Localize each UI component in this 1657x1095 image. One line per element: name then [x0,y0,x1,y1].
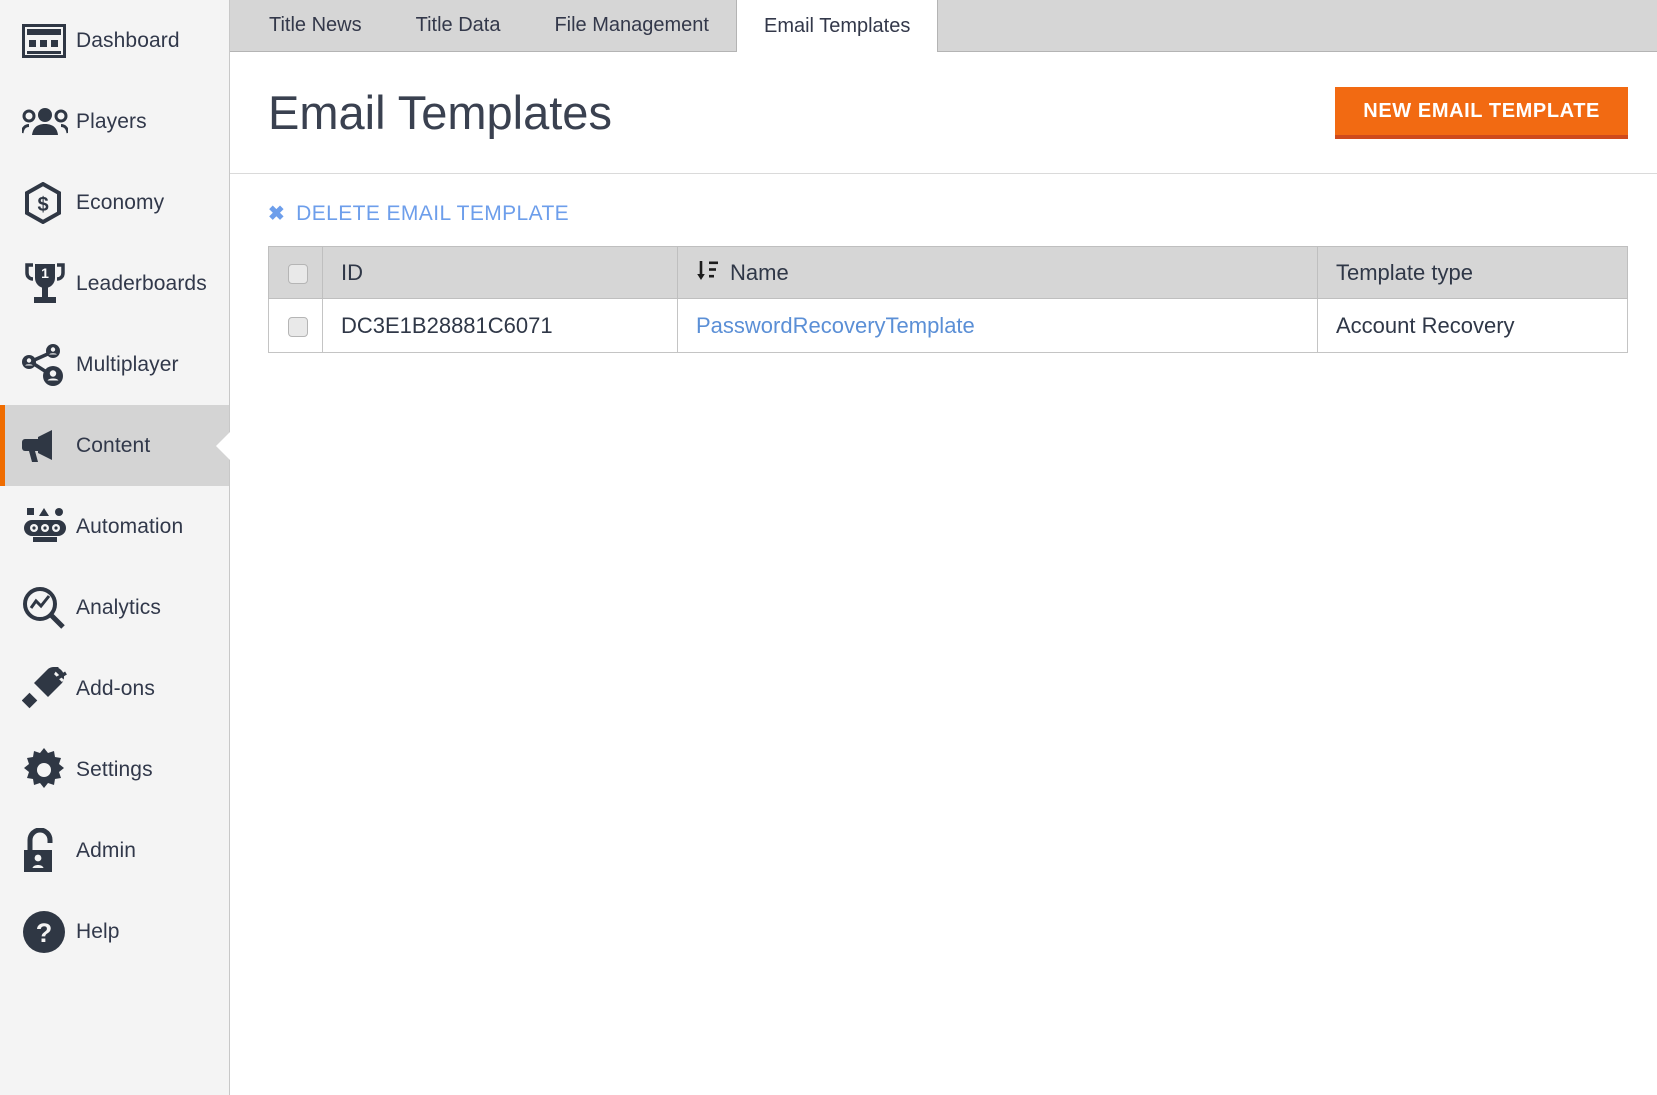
multiplayer-icon [22,343,76,386]
svg-text:$: $ [37,194,48,216]
svg-text:?: ? [36,918,53,948]
sidebar-item-automation[interactable]: Automation [0,486,229,567]
svg-text:1: 1 [41,265,49,281]
sidebar-item-label: Content [76,433,151,457]
column-header-name[interactable]: Name [677,246,1318,299]
tab-label: Title Data [415,13,501,36]
sidebar-item-label: Automation [76,514,184,538]
select-all-checkbox[interactable] [288,263,308,284]
app-root: Dashboard Players $ Economy 1 Leaderboar… [0,0,1657,1095]
table-header-row: ID Name Template type [268,246,1628,299]
row-name-cell: PasswordRecoveryTemplate [677,298,1318,353]
sidebar-item-label: Add-ons [76,676,155,700]
sidebar-item-label: Analytics [76,595,161,619]
page-header: Email Templates NEW EMAIL TEMPLATE [230,52,1657,174]
settings-icon [22,747,76,792]
table-body: DC3E1B28881C6071 PasswordRecoveryTemplat… [268,298,1628,353]
sidebar-item-label: Multiplayer [76,352,179,376]
addons-icon [22,666,76,711]
sidebar-item-leaderboards[interactable]: 1 Leaderboards [0,243,229,324]
tab-label: Email Templates [763,14,911,37]
tab-label: File Management [554,13,709,36]
row-id-value: DC3E1B28881C6071 [341,312,553,338]
column-header-id[interactable]: ID [322,246,678,299]
tab-title-data[interactable]: Title Data [389,0,528,51]
table-row[interactable]: DC3E1B28881C6071 PasswordRecoveryTemplat… [268,298,1628,353]
sidebar-item-label: Dashboard [76,28,180,52]
sidebar-item-players[interactable]: Players [0,81,229,162]
tab-file-management[interactable]: File Management [527,0,736,51]
tab-bar: Title News Title Data File Management Em… [230,0,1657,52]
sidebar-item-label: Admin [76,838,137,862]
table-header: ID Name Template type [268,246,1628,299]
sidebar-item-admin[interactable]: Admin [0,810,229,891]
page-title: Email Templates [268,86,612,139]
row-id-cell: DC3E1B28881C6071 [322,298,678,353]
close-x-icon: ✖ [268,203,286,225]
row-select-cell [268,298,323,353]
sidebar-item-help[interactable]: ? Help [0,891,229,972]
sort-amount-down-icon [696,258,720,288]
sidebar-item-multiplayer[interactable]: Multiplayer [0,324,229,405]
admin-icon [22,827,76,874]
economy-icon: $ [22,181,76,224]
sidebar-item-label: Economy [76,190,165,214]
sidebar-item-analytics[interactable]: Analytics [0,567,229,648]
sidebar-item-content[interactable]: Content [0,405,230,486]
players-icon [22,107,76,137]
sidebar-item-label: Players [76,109,147,133]
row-name-link[interactable]: PasswordRecoveryTemplate [678,313,1317,339]
main-content: Title News Title Data File Management Em… [230,0,1657,1095]
page-body: ✖ DELETE EMAIL TEMPLATE ID Name Template… [230,174,1657,353]
column-header-id-label: ID [341,259,363,285]
leaderboards-icon: 1 [22,262,76,306]
delete-email-template-label: DELETE EMAIL TEMPLATE [296,202,570,225]
automation-icon [22,506,76,548]
sidebar-item-dashboard[interactable]: Dashboard [0,0,229,81]
sidebar: Dashboard Players $ Economy 1 Leaderboar… [0,0,230,1095]
tab-email-templates[interactable]: Email Templates [735,0,939,52]
column-header-name-label: Name [730,259,789,285]
help-icon: ? [22,910,76,954]
column-header-template-type-label: Template type [1336,259,1473,285]
sidebar-item-label: Leaderboards [76,271,207,295]
row-template-type-cell: Account Recovery [1317,298,1628,353]
tab-title-news[interactable]: Title News [242,0,389,51]
content-icon [22,428,76,464]
sidebar-item-label: Help [76,919,120,943]
column-header-template-type[interactable]: Template type [1317,246,1628,299]
delete-email-template-button[interactable]: ✖ DELETE EMAIL TEMPLATE [268,202,569,226]
sidebar-item-add-ons[interactable]: Add-ons [0,648,229,729]
new-email-template-button[interactable]: NEW EMAIL TEMPLATE [1335,86,1628,139]
sidebar-item-settings[interactable]: Settings [0,729,229,810]
sidebar-item-label: Settings [76,757,153,781]
analytics-icon [22,586,76,630]
row-checkbox[interactable] [288,316,308,337]
tab-label: Title News [269,13,362,36]
sidebar-item-economy[interactable]: $ Economy [0,162,229,243]
row-template-type-value: Account Recovery [1336,312,1515,338]
dashboard-icon [22,23,76,58]
tab-bar-filler [938,0,1657,51]
column-header-select-all [268,246,323,299]
email-templates-table: ID Name Template type DC3E1B28881C6071 P… [268,246,1628,353]
